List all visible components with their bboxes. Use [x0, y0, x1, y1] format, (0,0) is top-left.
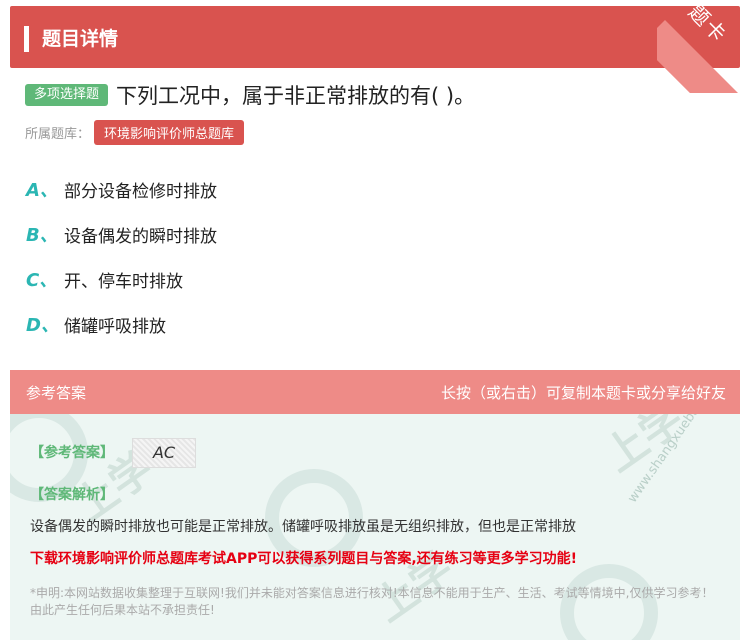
option-letter: D、	[26, 315, 59, 336]
question-row: 多项选择题 下列工况中，属于非正常排放的有( )。	[25, 80, 475, 110]
option-letter: A、	[26, 180, 58, 201]
answer-panel: 上学 上学 上学 www.shangxueba.com 【参考答案】 AC 【答…	[10, 414, 740, 640]
option-d[interactable]: D、 储罐呼吸排放	[26, 311, 166, 337]
option-text: 设备偶发的瞬时排放	[64, 226, 217, 247]
question-type-badge: 多项选择题	[25, 84, 109, 106]
disclaimer-text: *申明:本网站数据收集整理于互联网!我们并未能对答案信息进行核对!本信息不能用于…	[30, 586, 714, 617]
question-text: 下列工况中，属于非正常排放的有( )。	[116, 84, 476, 108]
page-title: 题目详情	[42, 28, 119, 50]
option-a[interactable]: A、 部分设备检修时排放	[26, 176, 217, 202]
bank-tag[interactable]: 环境影响评价师总题库	[94, 120, 245, 145]
answer-header: 参考答案 长按（或右击）可复制本题卡或分享给好友	[10, 370, 740, 414]
option-c[interactable]: C、 开、停车时排放	[26, 266, 183, 292]
option-text: 部分设备检修时排放	[64, 181, 217, 202]
answer-header-title: 参考答案	[26, 384, 87, 402]
bank-label: 所属题库：	[25, 127, 91, 142]
answer-label: 【参考答案】	[30, 445, 114, 461]
option-text: 开、停车时排放	[64, 271, 183, 292]
option-letter: C、	[26, 270, 58, 291]
header-accent-bar	[24, 26, 29, 52]
explanation-text: 设备偶发的瞬时排放也可能是正常排放。储罐呼吸排放虽是无组织排放，但也是正常排放	[30, 519, 576, 535]
option-letter: B、	[26, 225, 58, 246]
page-header: 题目详情	[10, 6, 740, 68]
option-b[interactable]: B、 设备偶发的瞬时排放	[26, 221, 217, 247]
app-promo-link[interactable]: 下载环境影响评价师总题库考试APP可以获得系列题目与答案,还有练习等更多学习功能…	[30, 548, 577, 568]
question-bank-row: 所属题库： 环境影响评价师总题库	[25, 120, 245, 145]
answer-value: AC	[132, 438, 196, 468]
explanation-label: 【答案解析】	[30, 487, 114, 503]
option-text: 储罐呼吸排放	[64, 316, 166, 337]
copy-share-hint: 长按（或右击）可复制本题卡或分享给好友	[440, 384, 726, 402]
